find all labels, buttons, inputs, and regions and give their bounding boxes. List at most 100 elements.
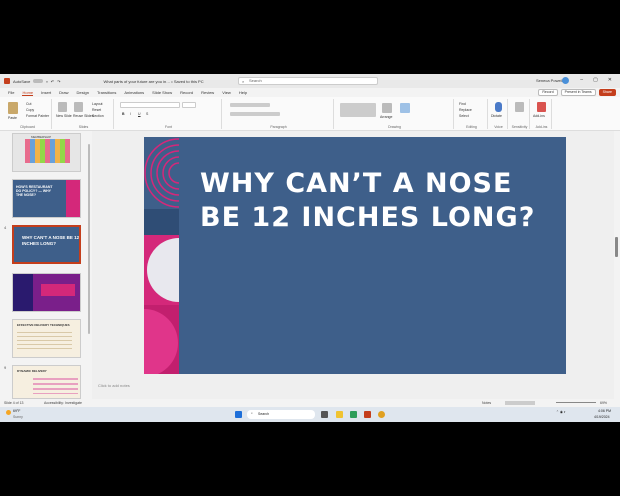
tab-draw[interactable]: Draw [59,90,68,95]
reuse-slides-icon[interactable] [74,102,83,112]
tab-help[interactable]: Help [239,90,247,95]
tab-record[interactable]: Record [180,90,193,95]
powerpoint-taskbar-icon[interactable] [364,411,371,418]
layout-button[interactable]: Layout [92,102,103,106]
autosave-toggle[interactable] [33,79,44,83]
slide-thumbnail-title: MEMBERSHIP [31,135,52,139]
user-name[interactable]: Seneca Powell [536,78,562,83]
find-button[interactable]: Find [459,102,466,106]
section-button[interactable]: Section [92,114,104,118]
slides-group-label: Slides [78,125,89,129]
new-slide-icon[interactable] [58,102,67,112]
minimize-button[interactable]: – [580,77,583,83]
notes-placeholder[interactable]: Click to add notes [98,383,130,388]
paste-icon[interactable] [8,102,18,114]
store-icon[interactable] [350,411,357,418]
select-button[interactable]: Select [459,114,469,118]
search-input[interactable]: ⌕ Search [238,77,378,85]
slide-title[interactable]: WHY CAN’T A NOSE BE 12 INCHES LONG? [200,167,535,235]
weather-icon[interactable] [6,410,11,415]
strikethrough-button[interactable]: S [146,112,148,116]
zoom-level[interactable]: 69% [600,401,607,405]
chrome-icon[interactable] [378,411,385,418]
taskbar-search[interactable]: ⌕ Search [247,410,315,419]
cut-button[interactable]: Cut [26,102,31,106]
notes-button[interactable]: Notes [482,401,491,405]
restore-button[interactable]: ▢ [593,77,598,83]
vertical-scrollbar[interactable] [615,237,618,257]
slide-thumbnail[interactable]: HOW'S RESTAURANT DO POLICY? — WHY THE NO… [12,179,81,218]
status-bar: Slide 4 of 13 Accessibility: Investigate… [0,399,620,407]
font-size-input[interactable] [182,102,196,108]
paragraph-group-label: Paragraph [270,125,287,129]
paste-button[interactable]: Paste [8,116,17,120]
tab-home[interactable]: Home [22,90,34,96]
slide-thumbnail-text-block [41,284,75,296]
slide-thumbnail[interactable]: MEMBERSHIP [12,133,81,172]
dictate-button[interactable]: Dictate [491,114,502,118]
voice-group: Dictate Voice [490,99,508,129]
tab-design[interactable]: Design [76,90,88,95]
reset-button[interactable]: Reset [92,108,101,112]
microphone-icon[interactable] [495,102,502,112]
task-view-icon[interactable] [321,411,328,418]
undo-icon[interactable]: ↶ [51,79,54,84]
redo-icon[interactable]: ↷ [57,79,60,84]
tab-insert[interactable]: Insert [41,90,51,95]
current-slide[interactable]: WHY CAN’T A NOSE BE 12 INCHES LONG? [144,137,566,374]
tray-icons[interactable]: ⌃ ◉ ◐ [556,410,566,414]
weather-temp[interactable]: 69°F [13,409,20,413]
slide-title-line-1: WHY CAN’T A NOSE [200,168,513,199]
file-explorer-icon[interactable] [336,411,343,418]
clock-date[interactable]: 4/19/2024 [594,415,610,419]
slide-thumbnail[interactable] [12,273,81,312]
new-slide-button[interactable]: New Slide [56,114,72,118]
format-painter-button[interactable]: Format Painter [26,114,49,118]
tab-review[interactable]: Review [201,90,214,95]
underline-button[interactable]: U [138,112,141,116]
zoom-slider[interactable] [556,402,596,403]
view-buttons[interactable] [505,401,535,405]
add-ins-button[interactable]: Add-ins [533,114,545,118]
share-button[interactable]: Share [598,89,616,96]
reuse-slides-button[interactable]: Reuse Slides [73,114,94,118]
list-buttons[interactable] [230,103,270,107]
editing-group: Find Replace Select Editing [456,99,488,129]
document-title[interactable]: What parts of your future are you in… • … [104,79,204,84]
close-button[interactable]: ✕ [608,77,612,83]
search-placeholder: Search [249,78,262,83]
windows-taskbar: 69°F Sunny ⌕ Search ⌃ ◉ ◐ 4:06 PM 4/19/2… [0,407,620,422]
arrange-icon[interactable] [382,103,392,113]
copy-button[interactable]: Copy [26,108,34,112]
slide-thumbnail[interactable]: DYNAMIC DELIVERY [12,365,81,399]
ribbon-tabs: File Home Insert Draw Design Transitions… [0,88,620,97]
present-in-teams-button[interactable]: Present in Teams [560,89,596,96]
clock-time[interactable]: 4:06 PM [598,409,611,413]
sensitivity-icon[interactable] [515,102,524,112]
slide-thumbnail-selected[interactable]: WHY CAN'T A NOSE BE 12 INCHES LONG? [12,225,81,264]
tab-transitions[interactable]: Transitions [97,90,116,95]
weather-desc[interactable]: Sunny [13,415,23,419]
start-icon[interactable] [235,411,242,418]
italic-button[interactable]: I [130,112,131,116]
powerpoint-logo-icon [4,78,10,84]
slide-thumbnails-panel: MEMBERSHIP HOW'S RESTAURANT DO POLICY? —… [0,131,90,399]
tab-slide-show[interactable]: Slide Show [152,90,172,95]
save-icon[interactable]: ▪ [46,79,47,84]
font-name-input[interactable] [120,102,180,108]
add-ins-icon[interactable] [537,102,546,112]
record-button[interactable]: Record [538,89,558,96]
accessibility-status[interactable]: Accessibility: Investigate [44,401,82,405]
avatar[interactable] [562,77,569,84]
shapes-gallery[interactable] [340,103,376,117]
tab-file[interactable]: File [8,90,14,95]
tab-view[interactable]: View [222,90,231,95]
quick-styles-icon[interactable] [400,103,410,113]
thumbnail-scrollbar[interactable] [88,144,90,334]
arrange-button[interactable]: Arrange [380,115,392,119]
alignment-buttons[interactable] [230,112,280,116]
slide-thumbnail[interactable]: EFFECTIVE DELIVERY TECHNIQUES [12,319,81,358]
tab-animations[interactable]: Animations [124,90,144,95]
replace-button[interactable]: Replace [459,108,472,112]
bold-button[interactable]: B [122,112,125,116]
